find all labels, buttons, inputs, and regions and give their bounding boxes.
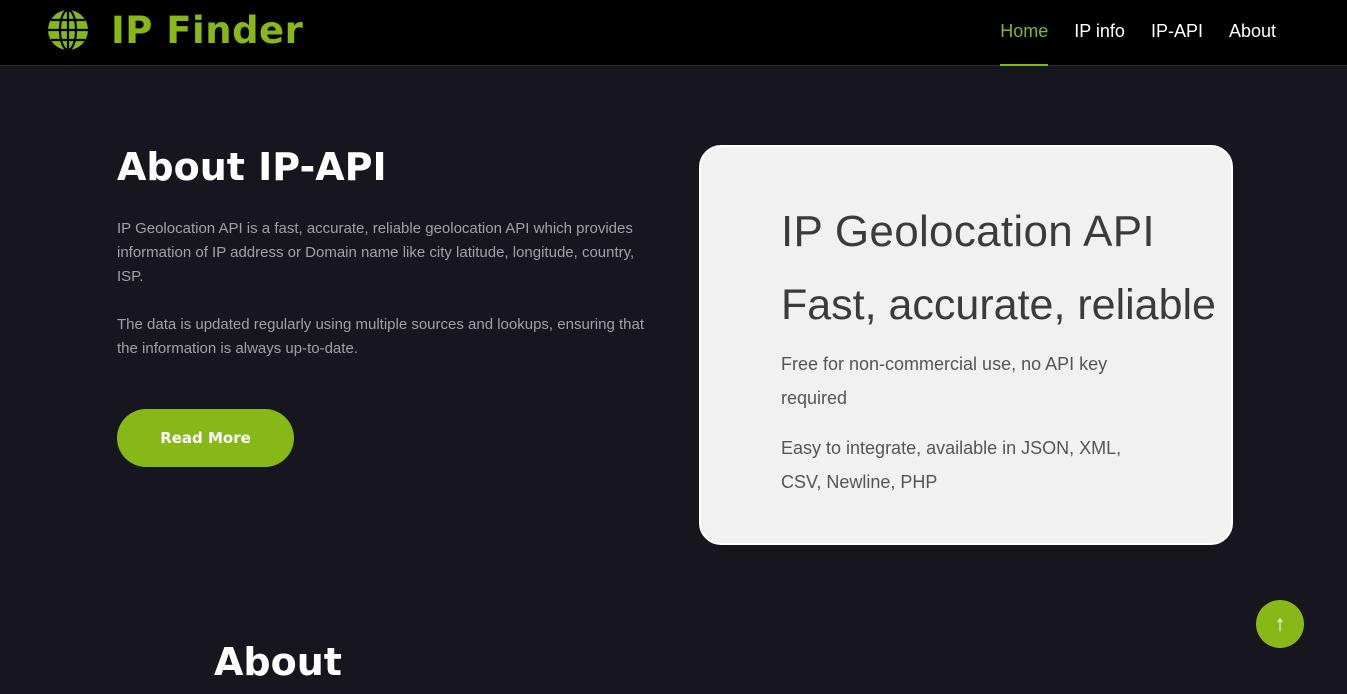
navbar: IP Finder Home IP info IP-API About bbox=[0, 0, 1347, 66]
about-paragraph-1: IP Geolocation API is a fast, accurate, … bbox=[117, 220, 635, 285]
read-more-button[interactable]: Read More bbox=[117, 409, 294, 467]
about-section-heading: About bbox=[214, 640, 342, 684]
back-to-top-button[interactable]: ↑ bbox=[1256, 600, 1304, 648]
about-title: About IP-API bbox=[117, 145, 387, 189]
card-text-formats: Easy to integrate, available in JSON, XM… bbox=[781, 438, 1122, 492]
arrow-up-icon: ↑ bbox=[1274, 611, 1286, 636]
card-text-free: Free for non-commercial use, no API key … bbox=[781, 354, 1108, 408]
api-info-card: IP Geolocation API Fast, accurate, relia… bbox=[699, 145, 1233, 545]
card-title: IP Geolocation API bbox=[781, 207, 1155, 256]
nav-link-home[interactable]: Home bbox=[1000, 0, 1049, 66]
globe-icon bbox=[48, 9, 88, 51]
nav-link-about[interactable]: About bbox=[1229, 0, 1276, 66]
brand-name: IP Finder bbox=[111, 8, 304, 52]
nav-link-ip-info[interactable]: IP info bbox=[1074, 0, 1125, 66]
brand-logo-link[interactable]: IP Finder bbox=[47, 8, 304, 52]
about-paragraph-2: The data is updated regularly using mult… bbox=[117, 316, 644, 357]
card-subtitle: Fast, accurate, reliable bbox=[781, 281, 1216, 329]
nav-links: Home IP info IP-API About bbox=[974, 0, 1276, 66]
nav-link-ip-api[interactable]: IP-API bbox=[1151, 0, 1203, 66]
